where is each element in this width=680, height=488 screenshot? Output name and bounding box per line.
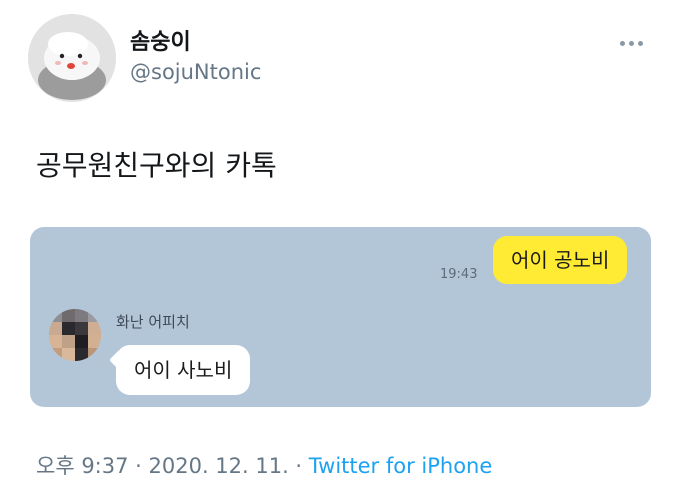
tweet-meta: 오후 9:37 · 2020. 12. 11. · Twitter for iP… — [36, 450, 492, 480]
friend-avatar-blurred — [49, 309, 101, 361]
friend-name: 화난 어피치 — [116, 313, 190, 331]
user-handle[interactable]: @sojuNtonic — [130, 60, 261, 84]
dot — [638, 40, 643, 46]
sent-message-bubble: 어이 공노비 — [493, 236, 628, 284]
pixelated-avatar-icon — [49, 309, 101, 361]
profile-avatar[interactable] — [28, 14, 116, 102]
message-time: 19:43 — [440, 267, 478, 282]
dot — [629, 40, 634, 46]
display-name[interactable]: 솜숭이 — [130, 24, 191, 56]
plush-toy-avatar-icon — [28, 14, 116, 102]
received-message-bubble: 어이 사노비 — [116, 345, 251, 395]
tweet-source-link[interactable]: Twitter for iPhone — [309, 454, 493, 478]
kakaotalk-screenshot[interactable]: 19:43 어이 공노비 화난 어피치 어이 사노비 — [30, 227, 651, 407]
tweet-timestamp[interactable]: 오후 9:37 · 2020. 12. 11. · — [36, 454, 309, 478]
more-dots-icon[interactable] — [620, 38, 646, 48]
tweet-text: 공무원친구와의 카톡 — [36, 149, 277, 182]
dot — [620, 40, 625, 46]
